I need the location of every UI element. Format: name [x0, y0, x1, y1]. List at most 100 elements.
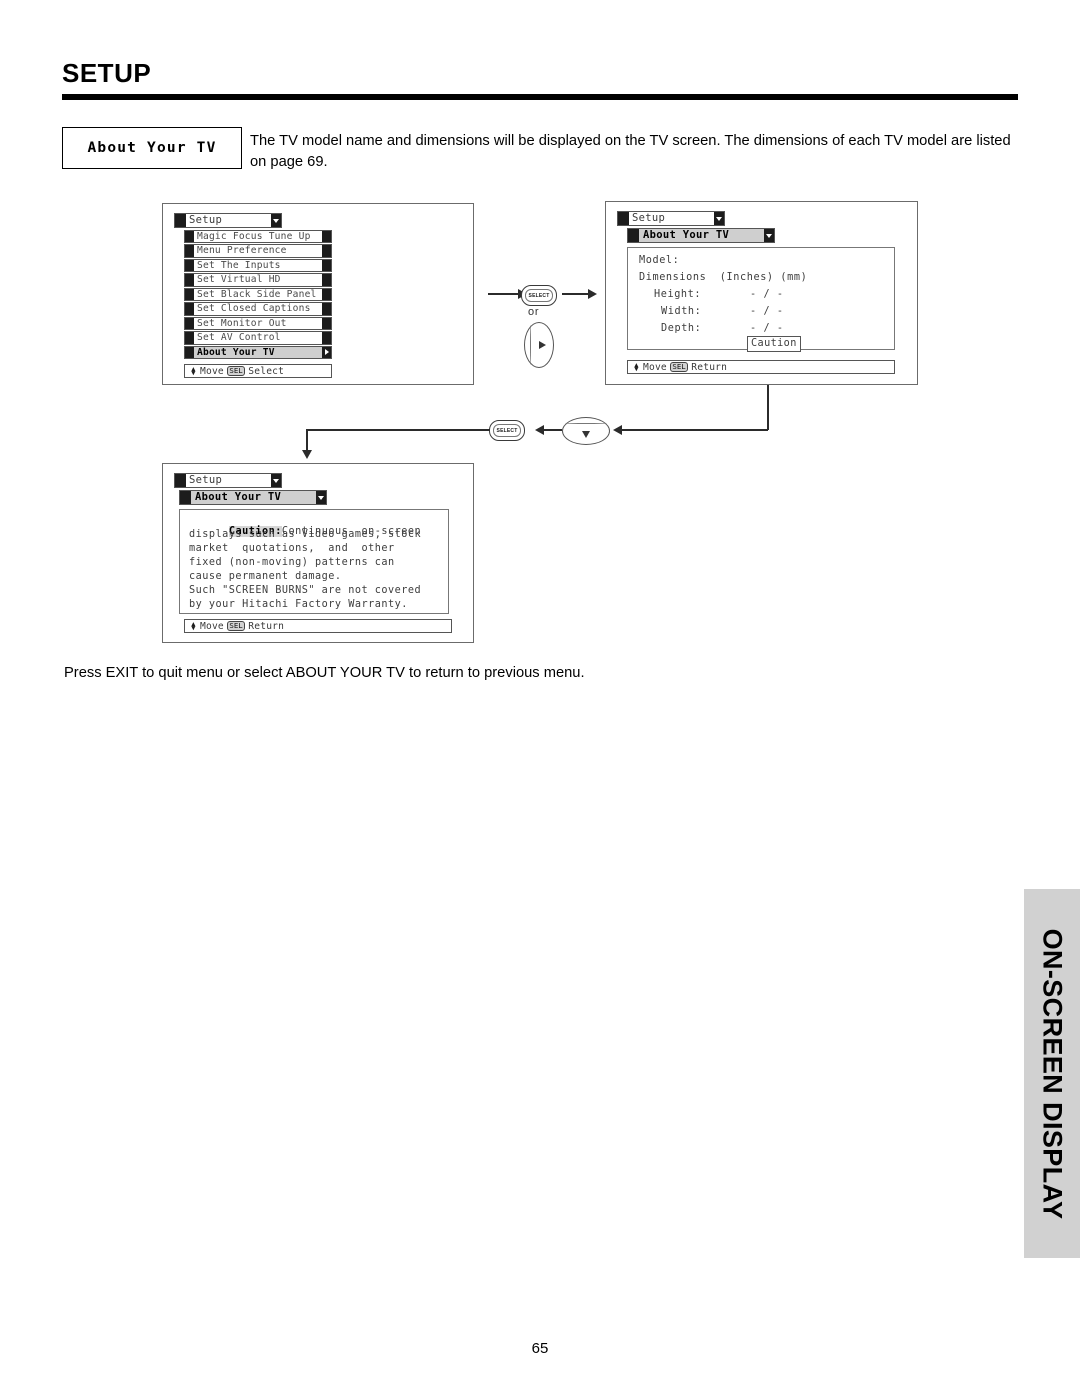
osd3-hint-bar: ▲ ▼ Move SEL Return [184, 619, 452, 633]
menu-endcap-icon [322, 274, 331, 286]
osd2-subheader-label: About Your TV [643, 229, 730, 241]
info-width-value: - / - [750, 306, 784, 317]
hint-move-label: Move [643, 361, 667, 373]
osd3-caution-panel: Caution:Continuous on-screen displays su… [179, 509, 449, 614]
menu-item-set-virtual-hd[interactable]: Set Virtual HD [184, 273, 332, 287]
menu-bullet-icon [185, 274, 194, 286]
osd2-subheader-about-your-tv[interactable]: About Your TV [627, 228, 775, 243]
flow-arrowhead-2c [535, 425, 544, 435]
flow-arrowhead-2e [302, 450, 312, 459]
osd-screen-about-your-tv: Setup About Your TV Model: Dimensions (I… [605, 201, 918, 385]
caution-line-7: by your Hitachi Factory Warranty. [189, 599, 408, 610]
hint-move-label: Move [200, 620, 224, 632]
menu-item-magic-focus-tune-up[interactable]: Magic Focus Tune Up [184, 230, 332, 244]
menu-bullet-icon [180, 491, 191, 504]
hint-action-label: Return [691, 361, 728, 373]
menu-item-label: Magic Focus Tune Up [197, 231, 311, 242]
osd1-header-setup[interactable]: Setup [174, 213, 282, 228]
osd3-subheader-about-your-tv[interactable]: About Your TV [179, 490, 327, 505]
osd3-header-setup[interactable]: Setup [174, 473, 282, 488]
menu-bullet-icon [185, 332, 194, 344]
menu-item-label: Set Closed Captions [197, 303, 311, 315]
caution-line-5: cause permanent damage. [189, 571, 342, 582]
menu-bullet-icon [185, 303, 194, 315]
up-down-arrow-icon: ▲ ▼ [191, 620, 196, 632]
osd-screen-setup-menu: Setup Magic Focus Tune Up Menu Preferenc… [162, 203, 474, 385]
menu-endcap-icon [322, 245, 331, 257]
menu-item-set-av-control[interactable]: Set AV Control [184, 331, 332, 345]
info-height-value: - / - [750, 289, 784, 300]
down-arrow-button[interactable] [562, 417, 610, 445]
menu-bullet-icon [185, 346, 194, 359]
hint-action-label: Return [248, 620, 285, 632]
select-button-label: SELECT [525, 289, 553, 302]
hint-move-label: Move [200, 365, 224, 377]
menu-endcap-icon [322, 317, 331, 330]
chevron-down-icon [714, 212, 724, 225]
section-label-box: About Your TV [62, 127, 242, 169]
osd1-header-label: Setup [189, 214, 223, 226]
title-divider [62, 94, 1018, 100]
menu-item-label: Set The Inputs [197, 259, 281, 271]
section-side-tab-label: ON-SCREEN DISPLAY [1037, 928, 1068, 1219]
menu-item-label: Set Black Side Panel [197, 288, 317, 300]
menu-bullet-icon [175, 214, 186, 227]
right-arrow-button[interactable] [524, 322, 554, 368]
info-height-label: Height: [654, 289, 702, 300]
up-down-arrow-icon: ▲ ▼ [634, 361, 639, 373]
menu-item-menu-preference[interactable]: Menu Preference [184, 244, 332, 258]
select-button-label: SELECT [493, 424, 521, 437]
section-label-text: About Your TV [87, 140, 217, 156]
caution-line-2: displays such as Video games, stock [189, 529, 422, 540]
menu-item-set-the-inputs[interactable]: Set The Inputs [184, 258, 332, 273]
intro-paragraph: The TV model name and dimensions will be… [250, 133, 1011, 170]
flow-arrowhead-1b [588, 289, 597, 299]
flow-line-2a [767, 385, 769, 430]
menu-bullet-icon [628, 229, 639, 242]
menu-item-set-closed-captions[interactable]: Set Closed Captions [184, 302, 332, 316]
osd3-subheader-label: About Your TV [195, 491, 282, 503]
menu-item-about-your-tv[interactable]: About Your TV [184, 345, 332, 360]
chevron-down-icon [316, 491, 326, 504]
osd2-header-setup[interactable]: Setup [617, 211, 725, 226]
chevron-down-icon [582, 431, 590, 438]
page-number: 65 [531, 1340, 549, 1357]
hint-action-label: Select [248, 365, 285, 377]
osd2-hint-bar: ▲ ▼ Move SEL Return [627, 360, 895, 374]
menu-bullet-icon [185, 259, 194, 272]
menu-endcap-icon [322, 231, 331, 243]
menu-item-set-black-side-panel[interactable]: Set Black Side Panel [184, 287, 332, 302]
info-depth-value: - / - [750, 323, 784, 334]
osd2-header-label: Setup [632, 212, 666, 224]
menu-bullet-icon [618, 212, 629, 225]
info-width-label: Width: [661, 306, 702, 317]
menu-endcap-icon [322, 303, 331, 315]
caution-line-4: fixed (non-moving) patterns can [189, 557, 395, 568]
menu-item-label: About Your TV [197, 346, 275, 358]
select-button-bottom[interactable]: SELECT [489, 420, 525, 441]
caution-line-3: market quotations, and other [189, 543, 395, 554]
menu-bullet-icon [185, 245, 194, 257]
chevron-down-icon [271, 214, 281, 227]
osd1-menu-list: Magic Focus Tune Up Menu Preference Set … [184, 230, 332, 360]
menu-item-label: Set Virtual HD [197, 274, 281, 286]
osd2-info-panel: Model: Dimensions (Inches) (mm) Height: … [627, 247, 895, 352]
menu-endcap-icon [322, 332, 331, 344]
caution-button[interactable]: Caution [747, 336, 801, 352]
flow-arrowhead-2b [613, 425, 622, 435]
caution-line-6: Such "SCREEN BURNS" are not covered [189, 585, 422, 596]
menu-item-set-monitor-out[interactable]: Set Monitor Out [184, 316, 332, 331]
select-button-top[interactable]: SELECT [521, 285, 557, 306]
chevron-down-icon [271, 474, 281, 487]
up-down-arrow-icon: ▲ ▼ [191, 365, 196, 377]
page-title: SETUP [62, 58, 152, 88]
chevron-right-icon [538, 341, 546, 349]
flow-line-2b [620, 429, 768, 431]
info-dimensions-header: Dimensions (Inches) (mm) [639, 272, 808, 283]
flow-line-2d [306, 429, 490, 431]
menu-bullet-icon [185, 288, 194, 301]
section-side-tab: ON-SCREEN DISPLAY [1024, 889, 1080, 1258]
sel-key-icon: SEL [669, 362, 689, 372]
footer-note: Press EXIT to quit menu or select ABOUT … [64, 665, 585, 681]
flow-line-1a [488, 293, 520, 295]
